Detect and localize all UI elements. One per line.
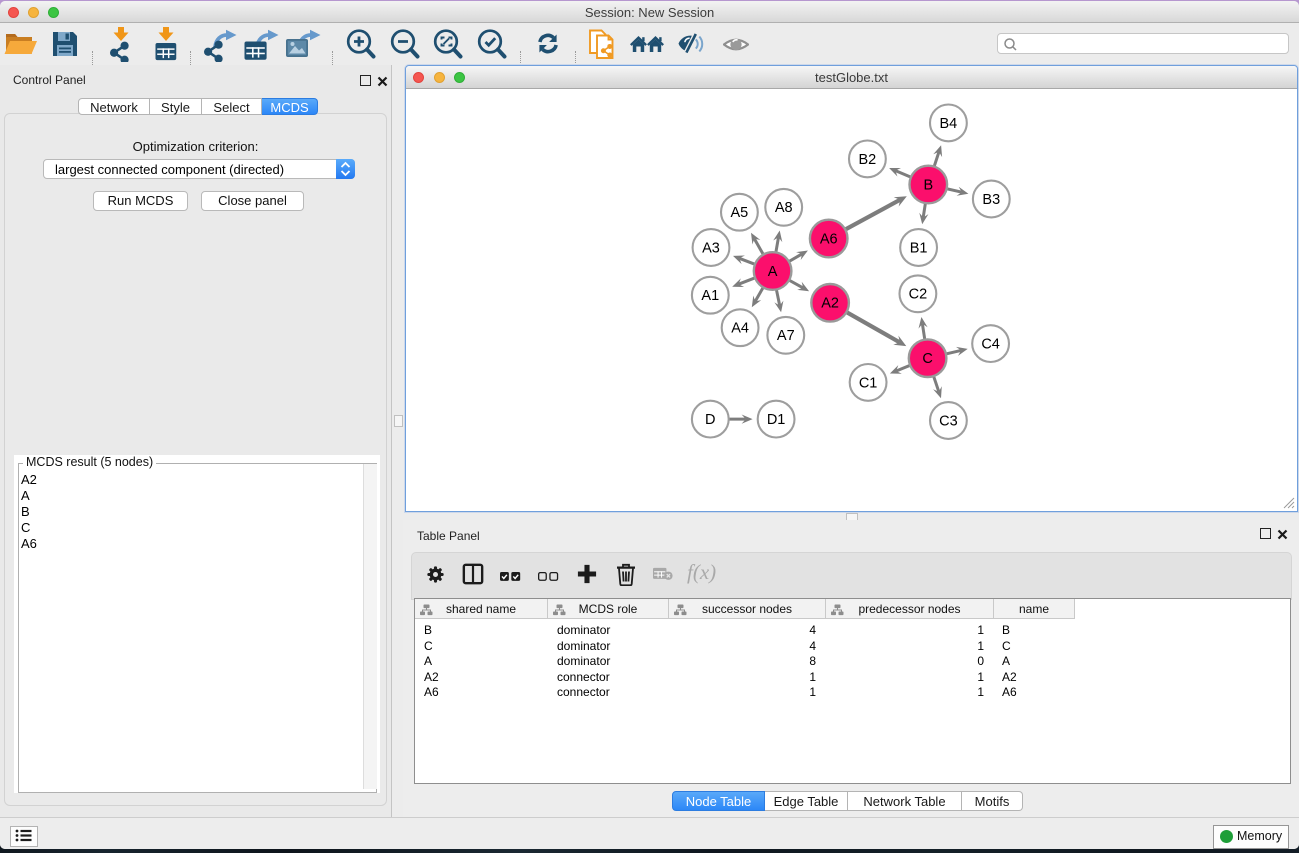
svg-text:A8: A8	[775, 200, 793, 216]
svg-text:A4: A4	[731, 321, 749, 337]
svg-text:D: D	[705, 412, 715, 428]
svg-text:B2: B2	[859, 152, 877, 168]
svg-text:A2: A2	[821, 296, 839, 312]
svg-text:C: C	[922, 351, 932, 367]
svg-text:A6: A6	[820, 231, 838, 247]
svg-text:C4: C4	[981, 337, 1000, 353]
svg-text:B: B	[923, 177, 933, 193]
svg-text:D1: D1	[767, 412, 786, 428]
svg-text:A5: A5	[731, 205, 749, 221]
svg-text:B3: B3	[982, 192, 1000, 208]
svg-text:A3: A3	[702, 240, 720, 256]
svg-text:A7: A7	[777, 328, 795, 344]
svg-text:C2: C2	[909, 287, 928, 303]
svg-text:A: A	[768, 264, 778, 280]
svg-text:A1: A1	[701, 288, 719, 304]
svg-text:C1: C1	[859, 375, 878, 391]
svg-text:B4: B4	[940, 116, 958, 132]
svg-text:B1: B1	[910, 240, 928, 256]
svg-text:C3: C3	[939, 413, 958, 429]
